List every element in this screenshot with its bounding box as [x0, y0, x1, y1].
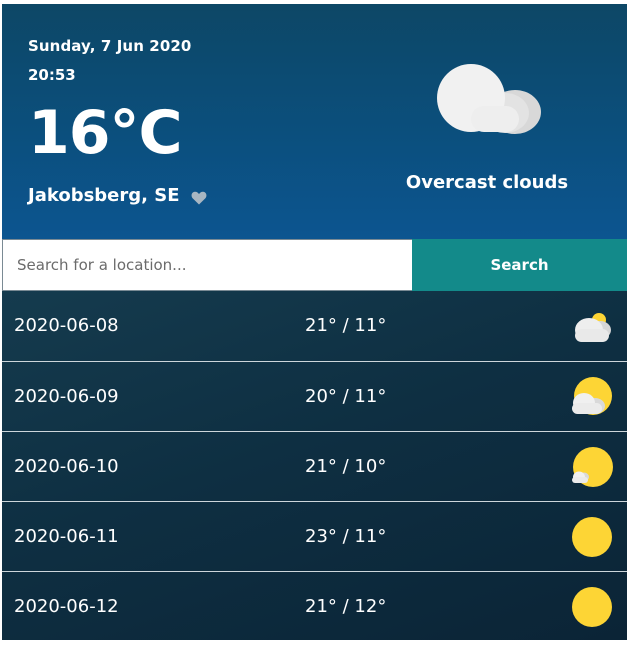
forecast-temps: 21° / 10° [305, 456, 387, 477]
forecast-row: 2020-06-10 21° / 10° [2, 431, 627, 501]
location-name: Jakobsberg, SE [28, 185, 180, 206]
forecast-list: 2020-06-08 21° / 11° 2020-06-09 20° / 11… [2, 291, 627, 640]
current-location: Jakobsberg, SE [28, 185, 207, 206]
forecast-date: 2020-06-08 [14, 315, 119, 336]
search-bar: Search [2, 239, 627, 291]
sun-behind-clouds-icon [571, 305, 613, 347]
forecast-date: 2020-06-09 [14, 386, 119, 407]
forecast-date: 2020-06-10 [14, 456, 119, 477]
forecast-row: 2020-06-12 21° / 12° [2, 571, 627, 640]
current-temperature: 16°C [28, 98, 183, 168]
search-input[interactable] [2, 239, 412, 291]
heart-icon[interactable] [191, 189, 207, 204]
sun-with-cloud-icon [571, 376, 613, 418]
search-button[interactable]: Search [412, 239, 627, 291]
weather-app: Sunday, 7 Jun 2020 20:53 16°C Jakobsberg… [2, 4, 627, 640]
sun-icon [571, 586, 613, 628]
forecast-row: 2020-06-11 23° / 11° [2, 501, 627, 571]
forecast-temps: 21° / 11° [305, 315, 387, 336]
current-condition: Overcast clouds [405, 172, 569, 193]
forecast-temps: 23° / 11° [305, 526, 387, 547]
forecast-row: 2020-06-09 20° / 11° [2, 361, 627, 431]
sun-small-cloud-icon [571, 446, 613, 488]
forecast-temps: 20° / 11° [305, 386, 387, 407]
forecast-row: 2020-06-08 21° / 11° [2, 291, 627, 361]
overcast-clouds-icon [433, 62, 541, 138]
forecast-date: 2020-06-11 [14, 526, 119, 547]
forecast-temps: 21° / 12° [305, 596, 387, 617]
current-weather-panel: Sunday, 7 Jun 2020 20:53 16°C Jakobsberg… [2, 4, 627, 239]
current-time: 20:53 [28, 66, 76, 84]
sun-icon [571, 516, 613, 558]
current-date: Sunday, 7 Jun 2020 [28, 37, 192, 55]
forecast-date: 2020-06-12 [14, 596, 119, 617]
